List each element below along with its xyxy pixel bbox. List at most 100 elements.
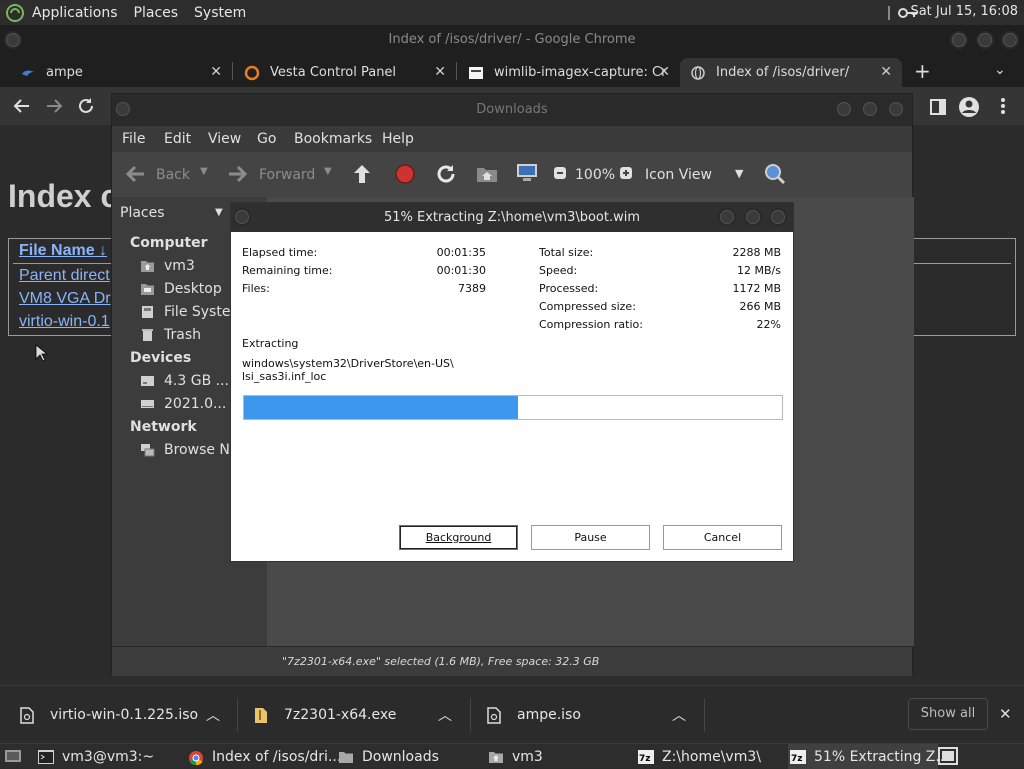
show-desktop-icon[interactable]	[4, 749, 22, 763]
sidebar-item-volume-2021[interactable]: 2021.0...	[140, 396, 226, 412]
computer-icon[interactable]	[516, 163, 538, 183]
chevron-up-icon[interactable]: ︿	[672, 705, 686, 725]
back-arrow-icon[interactable]	[12, 96, 32, 116]
progress-fill	[244, 396, 519, 419]
sidebar-item-desktop[interactable]: Desktop	[140, 281, 222, 297]
cancel-button[interactable]: Cancel	[663, 525, 782, 550]
tab-wimlib[interactable]: wimlib-imagex-capture: Cr ✕	[458, 58, 680, 87]
search-icon[interactable]	[764, 163, 786, 185]
back-button[interactable]: Back	[156, 167, 190, 183]
chevron-down-icon[interactable]: ▼	[735, 167, 743, 180]
virtio-win-link[interactable]: virtio-win-0.1	[19, 313, 110, 331]
remaining-time-value: 00:01:30	[436, 264, 486, 277]
extract-progress-bar	[243, 395, 783, 420]
close-icon[interactable]: ✕	[210, 64, 222, 80]
sidebar-item-label: Desktop	[164, 281, 222, 297]
reload-icon[interactable]	[76, 96, 96, 116]
menu-view[interactable]: View	[208, 131, 241, 147]
show-all-button[interactable]: Show all	[908, 698, 988, 730]
taskbar-item-terminal[interactable]: vm3@vm3:~	[38, 744, 188, 769]
speed-value: 12 MB/s	[737, 264, 781, 277]
back-arrow-icon[interactable]	[124, 164, 146, 184]
desktop-folder-icon	[140, 282, 155, 296]
new-tab-button[interactable]: +	[914, 59, 931, 83]
forward-button[interactable]: Forward	[259, 167, 315, 183]
chevron-up-icon[interactable]: ︿	[438, 705, 452, 725]
zoom-in-icon[interactable]	[619, 166, 633, 180]
menu-help[interactable]: Help	[382, 131, 414, 147]
taskbar-item-vm3[interactable]: vm3	[488, 744, 638, 769]
up-arrow-icon[interactable]	[352, 163, 372, 185]
workspace-switcher-icon[interactable]	[938, 747, 958, 765]
tab-search-chevron-icon[interactable]: ⌄	[994, 62, 1006, 78]
tab-ampe[interactable]: ampe ✕	[10, 58, 232, 87]
maximize-button[interactable]	[744, 208, 762, 226]
sidebar-item-volume-4gb[interactable]: 4.3 GB ...	[140, 373, 229, 389]
globe-icon	[690, 65, 706, 81]
zoom-out-icon[interactable]	[553, 166, 567, 180]
maximize-button[interactable]	[861, 100, 879, 118]
system-menu[interactable]: System	[194, 5, 246, 21]
stop-icon[interactable]	[395, 164, 415, 184]
tab-label: ampe	[46, 65, 83, 80]
taskbar-item-7zip-fm[interactable]: 7z Z:\home\vm3\	[638, 744, 788, 769]
minimize-button[interactable]	[718, 208, 736, 226]
minimize-button[interactable]	[950, 31, 968, 49]
menu-bookmarks[interactable]: Bookmarks	[294, 131, 372, 147]
download-item-ampe[interactable]: ampe.iso ︿	[487, 686, 702, 744]
profile-avatar-icon[interactable]	[958, 96, 980, 118]
applications-menu[interactable]: Applications	[32, 5, 118, 21]
parent-directory-link[interactable]: Parent direct	[19, 267, 110, 285]
sidebar-item-vm3[interactable]: vm3	[140, 258, 195, 274]
home-folder-icon[interactable]	[476, 165, 498, 183]
close-button[interactable]	[1001, 31, 1019, 49]
reload-icon[interactable]	[435, 163, 457, 185]
close-shelf-icon[interactable]: ✕	[999, 705, 1012, 723]
view-mode-select[interactable]: Icon View	[645, 167, 712, 183]
sidebar-item-trash[interactable]: Trash	[140, 327, 201, 343]
forward-arrow-icon[interactable]	[44, 96, 64, 116]
taskbar-item-downloads[interactable]: Downloads	[338, 744, 488, 769]
sidebar-heading-devices: Devices	[130, 350, 192, 366]
chevron-down-icon[interactable]: ▼	[200, 166, 208, 177]
taskbar-item-label: 51% Extracting Z...	[814, 748, 949, 765]
menu-file[interactable]: File	[122, 131, 145, 147]
background-button[interactable]: Background	[399, 525, 518, 550]
chevron-down-icon[interactable]: ▼	[324, 166, 332, 177]
chevron-up-icon[interactable]: ︿	[206, 705, 220, 725]
maximize-button[interactable]	[976, 31, 994, 49]
pause-button-label: Pause	[574, 531, 607, 544]
download-item-virtio[interactable]: virtio-win-0.1.225.iso ︿	[20, 686, 235, 744]
close-button[interactable]	[769, 208, 787, 226]
mate-logo-icon[interactable]	[6, 3, 24, 22]
close-icon[interactable]: ✕	[434, 64, 446, 80]
minimize-button[interactable]	[835, 100, 853, 118]
close-button[interactable]	[887, 100, 905, 118]
cancel-button-label: Cancel	[703, 531, 742, 544]
taskbar-item-chrome[interactable]: Index of /isos/dri...	[188, 744, 341, 769]
file-manager-menubar: File Edit View Go Bookmarks Help	[112, 126, 912, 152]
clock[interactable]: Sat Jul 15, 16:08	[910, 4, 1018, 19]
bottom-taskbar: vm3@vm3:~ Index of /isos/dri... Download…	[0, 743, 1024, 769]
menu-go[interactable]: Go	[257, 131, 276, 147]
tab-vesta[interactable]: Vesta Control Panel ✕	[234, 58, 456, 87]
sidebar-item-file-system[interactable]: File System	[140, 304, 244, 320]
places-dropdown[interactable]: Places ▼	[116, 202, 232, 224]
side-panel-icon[interactable]	[930, 99, 946, 115]
tab-index-isos[interactable]: Index of /isos/driver/ ✕	[680, 58, 902, 87]
download-item-7zip[interactable]: 7z2301-x64.exe ︿	[254, 686, 468, 744]
pause-button[interactable]: Pause	[531, 525, 650, 550]
file-name-header[interactable]: File Name ↓	[19, 242, 107, 260]
processed-value: 1172 MB	[732, 282, 781, 295]
page-icon	[468, 65, 484, 81]
taskbar-item-7zip-extract[interactable]: 7z 51% Extracting Z...	[788, 744, 949, 769]
7zip-icon: 7z	[790, 749, 806, 764]
forward-arrow-icon[interactable]	[227, 164, 249, 184]
menu-edit[interactable]: Edit	[164, 131, 191, 147]
close-icon[interactable]: ✕	[658, 64, 670, 80]
sidebar-item-browse-network[interactable]: Browse Net	[140, 442, 244, 458]
places-menu[interactable]: Places	[134, 5, 179, 21]
close-icon[interactable]: ✕	[880, 64, 892, 80]
chrome-menu-kebab-icon[interactable]	[1000, 97, 1006, 115]
vm8-vga-driver-link[interactable]: VM8 VGA Dr	[19, 290, 111, 308]
